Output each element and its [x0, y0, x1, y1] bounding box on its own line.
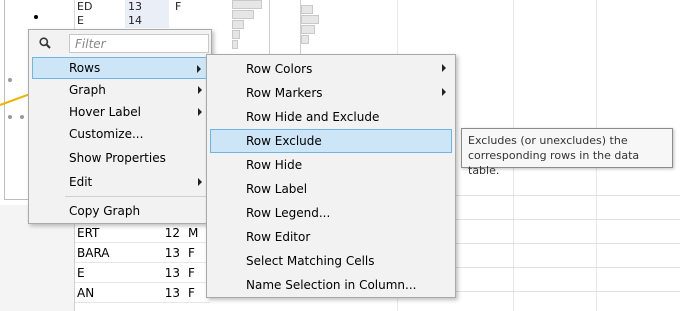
submenu-item-row-legend[interactable]: Row Legend...: [210, 201, 452, 225]
submenu-item-label: Row Hide: [246, 158, 303, 172]
submenu-item-label: Row Markers: [246, 86, 323, 100]
data-table-top: ED 13 F E 14: [75, 0, 230, 28]
submenu-item-row-colors[interactable]: Row Colors: [210, 57, 452, 81]
submenu-item-label: Row Colors: [246, 62, 313, 76]
submenu-item-label: Row Exclude: [246, 134, 322, 148]
histogram-panel-2: [300, 0, 340, 58]
submenu-arrow-icon: [198, 108, 202, 116]
search-icon: [39, 37, 51, 49]
tooltip: Excludes (or unexcludes) the correspondi…: [461, 128, 673, 177]
context-menu: Rows Graph Hover Label Customize... Show…: [28, 29, 212, 224]
menu-item-hover-label[interactable]: Hover Label: [32, 101, 208, 123]
submenu-arrow-icon: [198, 86, 202, 94]
submenu-item-label: Row Legend...: [246, 206, 331, 220]
sex-cell: [169, 14, 199, 28]
submenu-arrow-icon: [442, 88, 446, 96]
histogram-bar: [301, 5, 313, 14]
submenu-item-row-hide[interactable]: Row Hide: [210, 153, 452, 177]
name-cell: E: [77, 266, 85, 280]
table-row: ERT 12 M: [75, 223, 210, 243]
tooltip-line: Excludes (or unexcludes) the: [468, 134, 628, 147]
age-cell: 12: [164, 226, 180, 240]
data-table-bottom: ERT 12 M BARA 13 F E 13 F AN 13 F: [75, 223, 210, 303]
data-point: [34, 15, 38, 19]
table-row: BARA 13 F: [75, 243, 210, 263]
submenu-item-label: Row Editor: [246, 230, 311, 244]
menu-item-label: Edit: [69, 175, 93, 189]
filter-row: [29, 30, 211, 56]
histogram-bar: [232, 30, 240, 39]
age-cell: 13: [164, 246, 180, 260]
filter-input[interactable]: [69, 34, 209, 53]
sex-cell: F: [175, 0, 182, 13]
submenu-item-name-selection[interactable]: Name Selection in Column...: [210, 273, 452, 297]
age-cell: 14: [125, 14, 169, 28]
menu-item-label: Rows: [69, 61, 101, 75]
name-cell: AN: [77, 286, 95, 300]
name-cell: ERT: [77, 226, 100, 240]
grid-row: [452, 220, 680, 244]
table-row: E 14: [75, 14, 230, 28]
name-cell: BARA: [77, 246, 110, 260]
menu-item-label: Show Properties: [69, 151, 166, 165]
tooltip-line: corresponding rows in the data table.: [468, 149, 640, 177]
submenu-arrow-icon: [442, 64, 446, 72]
submenu-item-row-editor[interactable]: Row Editor: [210, 225, 452, 249]
name-cell: E: [77, 14, 84, 27]
histogram-bar: [301, 15, 319, 24]
grid-row: [452, 268, 680, 292]
histogram-bar: [232, 40, 238, 49]
menu-item-show-properties[interactable]: Show Properties: [32, 147, 208, 169]
name-cell: ED: [77, 0, 93, 13]
submenu-item-row-hide-and-exclude[interactable]: Row Hide and Exclude: [210, 105, 452, 129]
table-row: E 13 F: [75, 263, 210, 283]
menu-separator: [65, 196, 209, 197]
menu-item-rows[interactable]: Rows: [32, 57, 208, 79]
age-cell: 13: [164, 266, 180, 280]
rows-submenu: Row Colors Row Markers Row Hide and Excl…: [206, 54, 456, 298]
submenu-arrow-icon: [198, 178, 202, 186]
grid-row: [452, 196, 680, 220]
submenu-item-label: Name Selection in Column...: [246, 278, 417, 292]
table-row: AN 13 F: [75, 283, 210, 303]
submenu-item-label: Select Matching Cells: [246, 254, 375, 268]
menu-item-label: Copy Graph: [69, 204, 141, 218]
histogram-bar: [301, 35, 309, 44]
menu-item-label: Graph: [69, 83, 106, 97]
submenu-item-select-matching-cells[interactable]: Select Matching Cells: [210, 249, 452, 273]
age-cell: 13: [164, 286, 180, 300]
histogram-panel: [232, 0, 270, 58]
data-point: [20, 115, 24, 119]
histogram-bar: [301, 25, 315, 34]
menu-item-label: Hover Label: [69, 105, 141, 119]
submenu-arrow-icon: [197, 65, 201, 73]
submenu-item-label: Row Label: [246, 182, 308, 196]
table-row: ED 13 F: [75, 0, 230, 14]
submenu-item-row-markers[interactable]: Row Markers: [210, 81, 452, 105]
submenu-item-row-label[interactable]: Row Label: [210, 177, 452, 201]
data-point: [8, 115, 12, 119]
data-point: [8, 78, 12, 82]
submenu-item-row-exclude[interactable]: Row Exclude: [210, 129, 452, 153]
menu-item-customize[interactable]: Customize...: [32, 123, 208, 145]
menu-item-copy-graph[interactable]: Copy Graph: [32, 200, 208, 222]
menu-item-label: Customize...: [69, 127, 144, 141]
histogram-bar: [232, 20, 244, 29]
data-grid: [452, 172, 680, 311]
menu-item-graph[interactable]: Graph: [32, 79, 208, 101]
menu-item-edit[interactable]: Edit: [32, 171, 208, 193]
histogram-bar: [232, 0, 262, 9]
histogram-bar: [232, 10, 254, 19]
age-cell: 13: [125, 0, 169, 14]
submenu-item-label: Row Hide and Exclude: [246, 110, 380, 124]
grid-row: [452, 244, 680, 268]
